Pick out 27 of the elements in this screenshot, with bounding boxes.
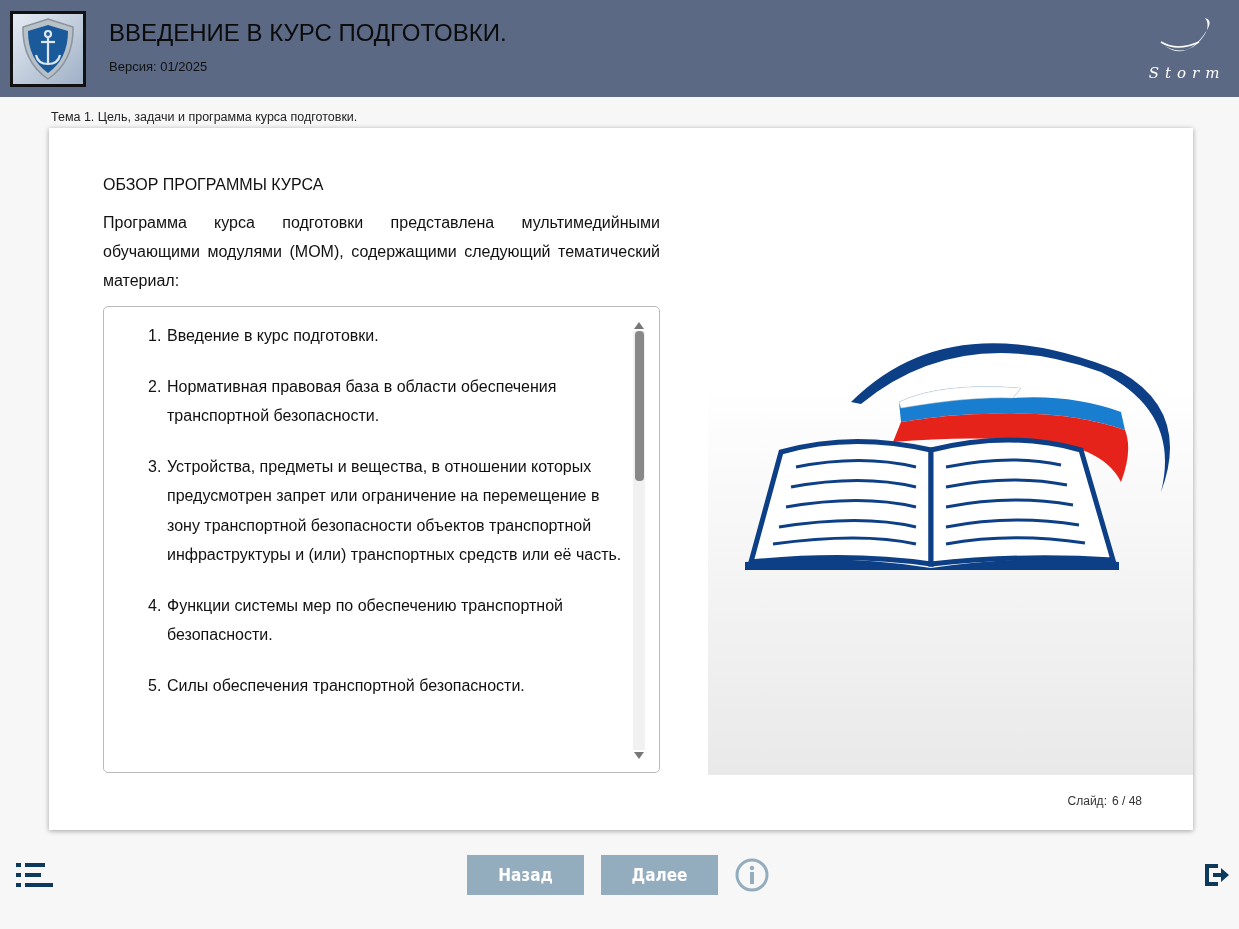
brand-logo: Storm xyxy=(1147,15,1227,82)
menu-icon[interactable] xyxy=(16,862,53,887)
item-number: 4. xyxy=(148,595,163,616)
item-text: Устройства, предметы и вещества, в отношении которых предусмотрен запрет или ограничение на перемещение в зону транспортной безопасности объектов транспортной инфраструктуры и (или) транспортных средств или её часть. xyxy=(167,456,623,565)
back-button[interactable]: Назад xyxy=(467,854,584,895)
item-text: Введение в курс подготовки. xyxy=(167,326,379,346)
scroll-thumb[interactable] xyxy=(634,331,644,481)
intro-paragraph: Программа курса подготовки представлена мультимедийными обучающими модулями (МОМ), содержащими следующий тематический материал: xyxy=(103,213,660,291)
exit-icon[interactable] xyxy=(1203,861,1229,888)
item-number: 1. xyxy=(148,326,163,346)
slide-heading: ОБЗОР ПРОГРАММЫ КУРСА xyxy=(103,176,325,194)
item-number: 5. xyxy=(148,675,163,696)
item-number: 3. xyxy=(148,456,163,477)
course-title: ВВЕДЕНИЕ В КУРС ПОДГОТОВКИ. xyxy=(109,19,508,47)
scroll-down-icon[interactable] xyxy=(634,752,644,760)
item-text: Функции системы мер по обеспечению транспортной безопасности. xyxy=(167,595,564,645)
item-number: 2. xyxy=(148,376,163,397)
scrollbar[interactable] xyxy=(633,321,645,760)
topic-title: Тема 1. Цель, задачи и программа курса подготовки. xyxy=(51,110,358,124)
version-label: Версия: 01/2025 xyxy=(109,59,209,74)
scroll-up-icon[interactable] xyxy=(634,321,644,329)
slide-counter-value: 6 / 48 xyxy=(1111,794,1142,808)
slide-counter-label: Слайд: xyxy=(1067,794,1107,808)
item-text: Нормативная правовая база в области обеспечения транспортной безопасности. xyxy=(167,376,558,426)
next-button[interactable]: Далее xyxy=(601,854,718,895)
anchor-shield-icon xyxy=(20,16,76,81)
item-text: Силы обеспечения транспортной безопасности. xyxy=(167,675,525,696)
